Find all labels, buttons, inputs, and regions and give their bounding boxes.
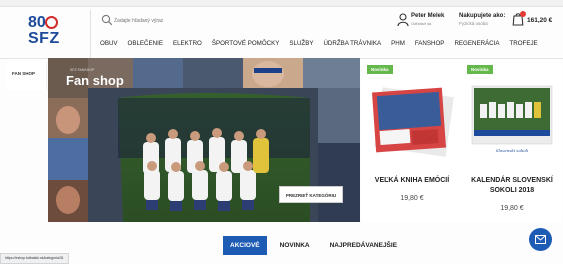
nav-item-obuv[interactable]: OBUV [100, 40, 118, 47]
product-price: 19,80 € [400, 195, 424, 202]
header-divider [90, 10, 91, 60]
svg-text:Slovenskí sokoli: Slovenskí sokoli [496, 148, 529, 153]
hero-tag: SFZ FANSHOP [70, 68, 95, 72]
user-icon[interactable] [397, 13, 409, 27]
nav-item-fanshop[interactable]: FANSHOP [415, 40, 445, 47]
nav-item-phm[interactable]: PHM [391, 40, 405, 47]
status-bar-url: https://eshop.futbalsfz.sk/kategoria/31 [0, 253, 69, 264]
product-price: 19,80 € [500, 205, 524, 212]
sidebar-item-label: FAN SHOP [12, 71, 36, 76]
hero-title: Fan shop [66, 73, 124, 88]
search-input[interactable] [114, 15, 254, 27]
sidebar-item-fan-shop[interactable]: FAN SHOP [6, 62, 47, 90]
nav-item-oblecenie[interactable]: OBLEČENIE [128, 40, 163, 47]
buying-as-value[interactable]: Fyzická osoba [459, 21, 488, 26]
logout-link[interactable]: Odhlásiť sa [411, 21, 431, 26]
tab-akciove[interactable]: AKCIOVÉ [223, 236, 267, 255]
nav-item-elektro[interactable]: ELEKTRO [173, 40, 202, 47]
football-icon [45, 16, 58, 29]
cart-total[interactable]: 161,20 € [527, 17, 552, 24]
product-card[interactable]: Novinka VEĽKÁ KNIHA EMÓCIÍ 19,80 € [362, 60, 462, 222]
chat-button[interactable] [529, 228, 552, 251]
product-image-book[interactable] [366, 80, 458, 158]
product-image-calendar[interactable]: Slovenskí sokoli [466, 80, 558, 158]
product-tabs: AKCIOVÉ NOVINKA NAJPREDÁVANEJŠIE [223, 236, 410, 255]
cart-badge [520, 11, 526, 17]
search-icon[interactable] [101, 14, 113, 26]
browse-category-button[interactable]: PREZRIEŤ KATEGÓRIU [279, 186, 343, 203]
buying-as-label: Nakupujete ako: [459, 13, 506, 19]
tab-najpredavanejsie[interactable]: NAJPREDÁVANEJŠIE [323, 236, 404, 255]
browser-top-line [0, 6, 563, 7]
nav-item-sluzby[interactable]: SLUŽBY [289, 40, 313, 47]
product-title[interactable]: VEĽKÁ KNIHA EMÓCIÍ [362, 176, 462, 186]
nav-item-udrzba-travnika[interactable]: ÚDRŽBA TRÁVNIKA [323, 40, 381, 47]
main-nav: OBUV OBLEČENIE ELEKTRO ŠPORTOVÉ POMÔCKY … [100, 40, 548, 47]
nav-item-trofeje[interactable]: TROFEJE [509, 40, 537, 47]
new-badge: Novinka [367, 65, 393, 74]
user-name[interactable]: Peter Melek [411, 13, 444, 19]
sfz-logo[interactable]: 80 SFZ [28, 14, 68, 48]
mail-icon [535, 235, 546, 244]
new-badge: Novinka [467, 65, 493, 74]
product-title[interactable]: KALENDÁR SLOVENSKÍ SOKOLI 2018 [462, 176, 562, 196]
nav-item-regeneracia[interactable]: REGENERÁCIA [454, 40, 499, 47]
nav-item-sportove-pomocky[interactable]: ŠPORTOVÉ POMÔCKY [212, 40, 280, 47]
logo-text: SFZ [28, 30, 60, 47]
tab-novinka[interactable]: NOVINKA [273, 236, 317, 255]
product-card[interactable]: Slovenskí sokoli Novinka KALENDÁR SLOVEN… [462, 60, 562, 222]
